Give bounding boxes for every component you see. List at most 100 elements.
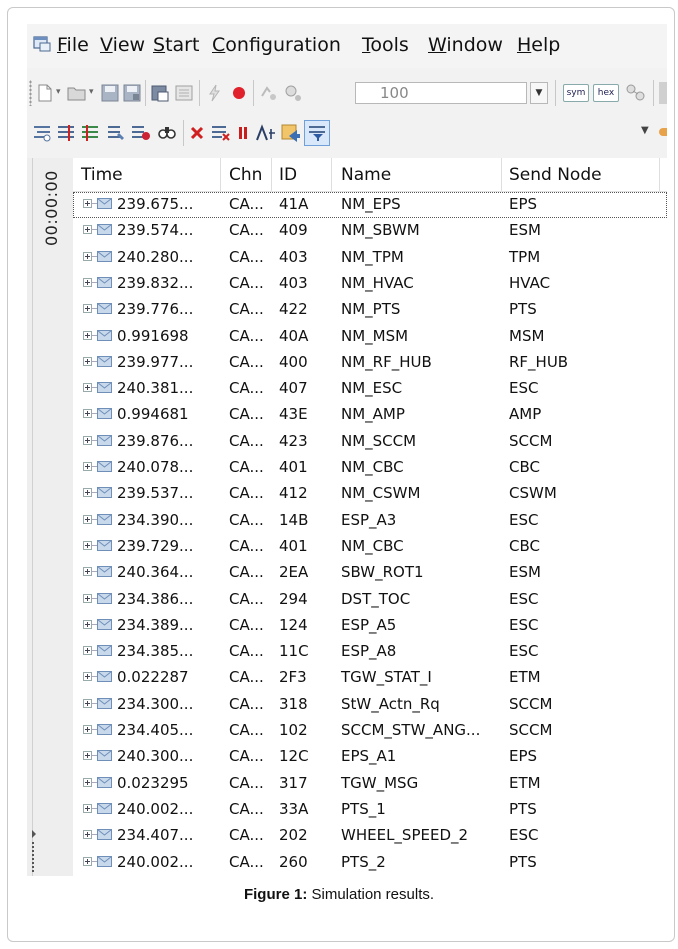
expand-icon[interactable] [83, 751, 92, 761]
column-divider[interactable] [271, 158, 272, 191]
open-folder-icon[interactable] [67, 84, 87, 102]
column-divider[interactable] [659, 158, 660, 191]
table-row[interactable]: 234.386... CA... 294 DST_TOC ESC [73, 587, 667, 613]
delete-filter-icon[interactable] [211, 124, 231, 142]
expand-icon[interactable] [83, 672, 92, 682]
configuration-icon[interactable] [151, 84, 169, 102]
expand-icon[interactable] [83, 856, 92, 866]
expand-icon[interactable] [83, 304, 92, 314]
menu-window[interactable]: Window [428, 34, 503, 56]
splitter-grip-icon[interactable] [32, 830, 38, 876]
expand-icon[interactable] [83, 593, 92, 603]
expand-icon[interactable] [83, 199, 92, 208]
start-measurement-icon[interactable] [207, 84, 223, 102]
column-header-time[interactable]: Time [81, 165, 123, 185]
column-header-chn[interactable]: Chn [229, 165, 262, 185]
table-row[interactable]: 234.300... CA... 318 StW_Actn_Rq SCCM [73, 692, 667, 718]
table-row[interactable]: 239.876... CA... 423 NM_SCCM SCCM [73, 429, 667, 455]
panel-icon[interactable] [175, 84, 193, 102]
hex-mode-button[interactable]: hex [593, 84, 619, 102]
expand-icon[interactable] [83, 356, 92, 366]
table-row[interactable]: 0.023295 CA... 317 TGW_MSG ETM [73, 771, 667, 797]
table-row[interactable]: 239.675... CA... 41A NM_EPS EPS [73, 192, 667, 218]
signal-mode-icon[interactable] [131, 124, 151, 142]
menu-tools[interactable]: Tools [362, 34, 409, 56]
stop-record-icon[interactable] [231, 85, 247, 101]
table-row[interactable]: 239.574... CA... 409 NM_SBWM ESM [73, 218, 667, 244]
new-dropdown-icon[interactable]: ▾ [56, 87, 61, 97]
find-icon[interactable] [157, 124, 177, 142]
table-row[interactable]: 0.994681 CA... 43E NM_AMP AMP [73, 402, 667, 428]
expand-icon[interactable] [83, 488, 92, 498]
expand-icon[interactable] [83, 540, 92, 550]
table-row[interactable]: 239.537... CA... 412 NM_CSWM CSWM [73, 481, 667, 507]
expand-icon[interactable] [83, 777, 92, 787]
filter-toggle-button[interactable] [304, 120, 330, 146]
table-row[interactable]: 0.991698 CA... 40A NM_MSM MSM [73, 324, 667, 350]
expand-icon[interactable] [83, 462, 92, 471]
expand-icon[interactable] [83, 435, 92, 445]
initial-time-icon[interactable] [255, 124, 277, 142]
toolbar-overflow[interactable] [659, 82, 667, 104]
table-row[interactable]: 240.002... CA... 33A PTS_1 PTS [73, 797, 667, 823]
table-row[interactable]: 234.389... CA... 124 ESP_A5 ESC [73, 613, 667, 639]
table-row[interactable]: 239.729... CA... 401 NM_CBC CBC [73, 534, 667, 560]
table-row[interactable]: 240.002... CA... 260 PTS_2 PTS [73, 850, 667, 876]
table-row[interactable]: 240.381... CA... 407 NM_ESC ESC [73, 376, 667, 402]
fixed-position-icon[interactable] [81, 124, 99, 142]
toolbar-overflow-icon[interactable] [659, 128, 667, 136]
expand-icon[interactable] [83, 803, 92, 813]
new-file-icon[interactable] [37, 84, 53, 102]
expand-icon[interactable] [83, 330, 92, 340]
expand-icon[interactable] [83, 514, 92, 524]
column-divider[interactable] [331, 158, 332, 191]
table-row[interactable]: 234.405... CA... 102 SCCM_STW_ANG... SCCM [73, 718, 667, 744]
menu-start[interactable]: Start [153, 34, 199, 56]
expand-icon[interactable] [83, 725, 92, 734]
column-header-name[interactable]: Name [341, 165, 391, 185]
table-row[interactable]: 240.280... CA... 403 NM_TPM TPM [73, 245, 667, 271]
expand-icon[interactable] [83, 225, 92, 235]
step-icon[interactable] [259, 84, 279, 102]
table-row[interactable]: 240.300... CA... 12C EPS_A1 EPS [73, 744, 667, 770]
time-mode-icon[interactable] [107, 124, 125, 142]
save-icon[interactable] [101, 84, 119, 102]
zoom-dropdown-button[interactable]: ▼ [530, 82, 548, 104]
toolbar-dropdown-icon[interactable]: ▼ [641, 125, 649, 136]
table-row[interactable]: 239.832... CA... 403 NM_HVAC HVAC [73, 271, 667, 297]
expand-icon[interactable] [83, 383, 92, 393]
trace-filter-icon[interactable] [33, 124, 51, 142]
pause-icon[interactable] [237, 125, 249, 141]
expand-icon[interactable] [83, 646, 92, 656]
expand-icon[interactable] [83, 619, 92, 629]
table-row[interactable]: 239.776... CA... 422 NM_PTS PTS [73, 297, 667, 323]
menu-view[interactable]: View [100, 34, 145, 56]
table-row[interactable]: 234.385... CA... 11C ESP_A8 ESC [73, 639, 667, 665]
symbolic-mode-button[interactable]: sym [563, 84, 589, 102]
menu-file[interactable]: File [57, 34, 89, 56]
open-dropdown-icon[interactable]: ▾ [89, 87, 94, 97]
table-row[interactable]: 234.407... CA... 202 WHEEL_SPEED_2 ESC [73, 823, 667, 849]
table-row[interactable]: 240.078... CA... 401 NM_CBC CBC [73, 455, 667, 481]
expand-icon[interactable] [83, 409, 92, 419]
expand-icon[interactable] [83, 277, 92, 287]
expand-icon[interactable] [83, 698, 92, 708]
save-as-icon[interactable] [123, 84, 141, 102]
chronological-icon[interactable] [57, 124, 75, 142]
network-icon[interactable] [625, 83, 647, 103]
zoom-icon[interactable] [283, 84, 303, 102]
table-row[interactable]: 240.364... CA... 2EA SBW_ROT1 ESM [73, 560, 667, 586]
menu-configuration[interactable]: Configuration [212, 34, 341, 56]
expand-icon[interactable] [83, 567, 92, 577]
expand-icon[interactable] [83, 251, 92, 261]
table-row[interactable]: 239.977... CA... 400 NM_RF_HUB RF_HUB [73, 350, 667, 376]
column-divider[interactable] [220, 158, 221, 191]
clear-trace-icon[interactable] [189, 125, 205, 141]
column-header-send-node[interactable]: Send Node [509, 165, 602, 185]
toolbar-grip[interactable] [29, 80, 32, 106]
export-icon[interactable] [281, 124, 301, 142]
table-row[interactable]: 0.022287 CA... 2F3 TGW_STAT_I ETM [73, 665, 667, 691]
menu-help[interactable]: Help [517, 34, 560, 56]
table-row[interactable]: 234.390... CA... 14B ESP_A3 ESC [73, 508, 667, 534]
column-header-id[interactable]: ID [279, 165, 297, 185]
